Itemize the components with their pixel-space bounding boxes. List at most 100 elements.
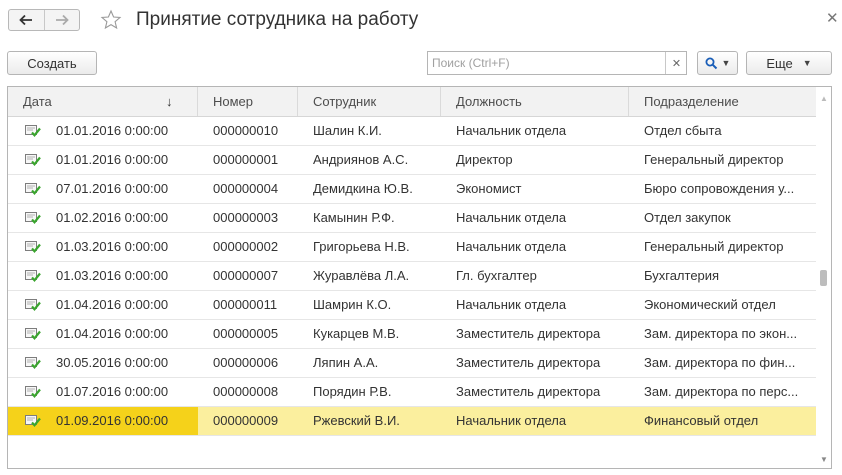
table-row[interactable]: 07.01.2016 0:00:00 000000004 Демидкина Ю…	[8, 175, 816, 204]
cell-employee: Григорьева Н.В.	[313, 239, 410, 254]
close-icon: ✕	[671, 57, 682, 70]
table-row[interactable]: 01.01.2016 0:00:00 000000010 Шалин К.И. …	[8, 117, 816, 146]
cell-position: Гл. бухгалтер	[456, 268, 537, 283]
cell-number: 000000007	[213, 268, 279, 283]
cell-number: 000000006	[213, 355, 279, 370]
table-row[interactable]: 01.04.2016 0:00:00 000000005 Кукарцев М.…	[8, 320, 816, 349]
column-header-date[interactable]: Дата ↓	[8, 87, 198, 116]
chevron-down-icon: ▼	[721, 58, 731, 68]
cell-number: 000000003	[213, 210, 279, 225]
close-icon[interactable]: ✕	[826, 9, 839, 27]
more-button-label: Еще	[766, 55, 793, 71]
sort-arrow-down-icon: ↓	[166, 94, 173, 109]
posted-document-icon	[25, 154, 41, 166]
cell-position: Заместитель директора	[456, 355, 601, 370]
table-row[interactable]: 01.04.2016 0:00:00 000000011 Шамрин К.О.…	[8, 291, 816, 320]
cell-department: Бюро сопровождения у...	[644, 181, 795, 196]
cell-employee: Шамрин К.О.	[313, 297, 392, 312]
cell-employee: Шалин К.И.	[313, 123, 382, 138]
cell-date-text: 01.07.2016 0:00:00	[56, 384, 169, 399]
table-row[interactable]: 01.03.2016 0:00:00 000000002 Григорьева …	[8, 233, 816, 262]
posted-document-icon	[25, 415, 41, 427]
cell-date: 01.04.2016 0:00:00	[8, 291, 198, 319]
column-header-number[interactable]: Номер	[198, 87, 298, 116]
add-to-favorites-button[interactable]	[100, 9, 122, 34]
column-header-department[interactable]: Подразделение	[629, 87, 816, 116]
cell-date-text: 01.01.2016 0:00:00	[56, 152, 169, 167]
cell-number: 000000008	[213, 384, 279, 399]
cell-department: Генеральный директор	[644, 152, 784, 167]
table-row[interactable]: 01.03.2016 0:00:00 000000007 Журавлёва Л…	[8, 262, 816, 291]
cell-date: 01.07.2016 0:00:00	[8, 378, 198, 406]
posted-document-icon	[25, 125, 41, 137]
cell-position: Экономист	[456, 181, 522, 196]
column-header-label: Подразделение	[644, 94, 739, 109]
search-box: ✕	[427, 51, 687, 75]
table-row[interactable]: 01.02.2016 0:00:00 000000003 Камынин Р.Ф…	[8, 204, 816, 233]
posted-document-icon	[25, 299, 41, 311]
column-header-label: Номер	[213, 94, 254, 109]
cell-date-text: 07.01.2016 0:00:00	[56, 181, 169, 196]
toolbar: Создать ✕ ▼ Еще ▼	[0, 48, 842, 78]
cell-date-text: 01.09.2016 0:00:00	[56, 413, 169, 428]
search-input[interactable]	[428, 52, 664, 74]
cell-position: Заместитель директора	[456, 326, 601, 341]
cell-department: Генеральный директор	[644, 239, 784, 254]
cell-department: Бухгалтерия	[644, 268, 720, 283]
vertical-scrollbar[interactable]: ▲ ▼	[816, 87, 831, 468]
cell-date-text: 01.04.2016 0:00:00	[56, 326, 169, 341]
table-row[interactable]: 01.09.2016 0:00:00 000000009 Ржевский В.…	[8, 407, 816, 436]
table-row[interactable]: 30.05.2016 0:00:00 000000006 Ляпин А.А. …	[8, 349, 816, 378]
table-row[interactable]: 01.01.2016 0:00:00 000000001 Андриянов А…	[8, 146, 816, 175]
clear-search-button[interactable]: ✕	[665, 52, 687, 74]
arrow-left-icon	[19, 14, 33, 26]
page-title: Принятие сотрудника на работу	[136, 9, 419, 30]
cell-position: Начальник отдела	[456, 123, 567, 138]
table-row[interactable]: 01.07.2016 0:00:00 000000008 Порядин Р.В…	[8, 378, 816, 407]
cell-date-text: 01.02.2016 0:00:00	[56, 210, 169, 225]
cell-department: Зам. директора по экон...	[644, 326, 798, 341]
cell-number: 000000010	[213, 123, 279, 138]
find-button[interactable]: ▼	[697, 51, 738, 75]
title-bar: Принятие сотрудника на работу ✕	[0, 0, 842, 42]
cell-number: 000000009	[213, 413, 279, 428]
cell-number: 000000002	[213, 239, 279, 254]
more-button[interactable]: Еще ▼	[746, 51, 832, 75]
back-button[interactable]	[9, 10, 44, 30]
column-header-employee[interactable]: Сотрудник	[298, 87, 441, 116]
forward-button[interactable]	[43, 10, 80, 30]
cell-employee: Порядин Р.В.	[313, 384, 392, 399]
cell-employee: Ржевский В.И.	[313, 413, 400, 428]
star-icon	[100, 9, 122, 30]
create-button[interactable]: Создать	[7, 51, 97, 75]
cell-employee: Ляпин А.А.	[313, 355, 379, 370]
posted-document-icon	[25, 357, 41, 369]
cell-employee: Журавлёва Л.А.	[313, 268, 410, 283]
cell-date: 07.01.2016 0:00:00	[8, 175, 198, 203]
cell-date: 01.04.2016 0:00:00	[8, 320, 198, 348]
cell-date-text: 01.03.2016 0:00:00	[56, 268, 169, 283]
scrollbar-thumb[interactable]	[820, 270, 827, 286]
cell-date: 01.02.2016 0:00:00	[8, 204, 198, 232]
cell-department: Зам. директора по фин...	[644, 355, 796, 370]
cell-date: 01.03.2016 0:00:00	[8, 262, 198, 290]
cell-position: Заместитель директора	[456, 384, 601, 399]
cell-department: Финансовый отдел	[644, 413, 759, 428]
cell-date-text: 01.01.2016 0:00:00	[56, 123, 169, 138]
cell-employee: Андриянов А.С.	[313, 152, 409, 167]
cell-department: Зам. директора по перс...	[644, 384, 799, 399]
cell-number: 000000011	[213, 297, 278, 312]
scroll-up-icon[interactable]: ▲	[820, 94, 828, 103]
search-icon	[705, 57, 717, 69]
cell-position: Начальник отдела	[456, 239, 567, 254]
cell-number: 000000001	[213, 152, 279, 167]
arrow-right-icon	[55, 14, 69, 26]
posted-document-icon	[25, 241, 41, 253]
cell-date: 01.01.2016 0:00:00	[8, 146, 198, 174]
posted-document-icon	[25, 270, 41, 282]
column-header-position[interactable]: Должность	[441, 87, 629, 116]
cell-position: Начальник отдела	[456, 297, 567, 312]
column-header-label: Должность	[456, 94, 522, 109]
cell-department: Отдел закупок	[644, 210, 731, 225]
scroll-down-icon[interactable]: ▼	[820, 455, 828, 464]
